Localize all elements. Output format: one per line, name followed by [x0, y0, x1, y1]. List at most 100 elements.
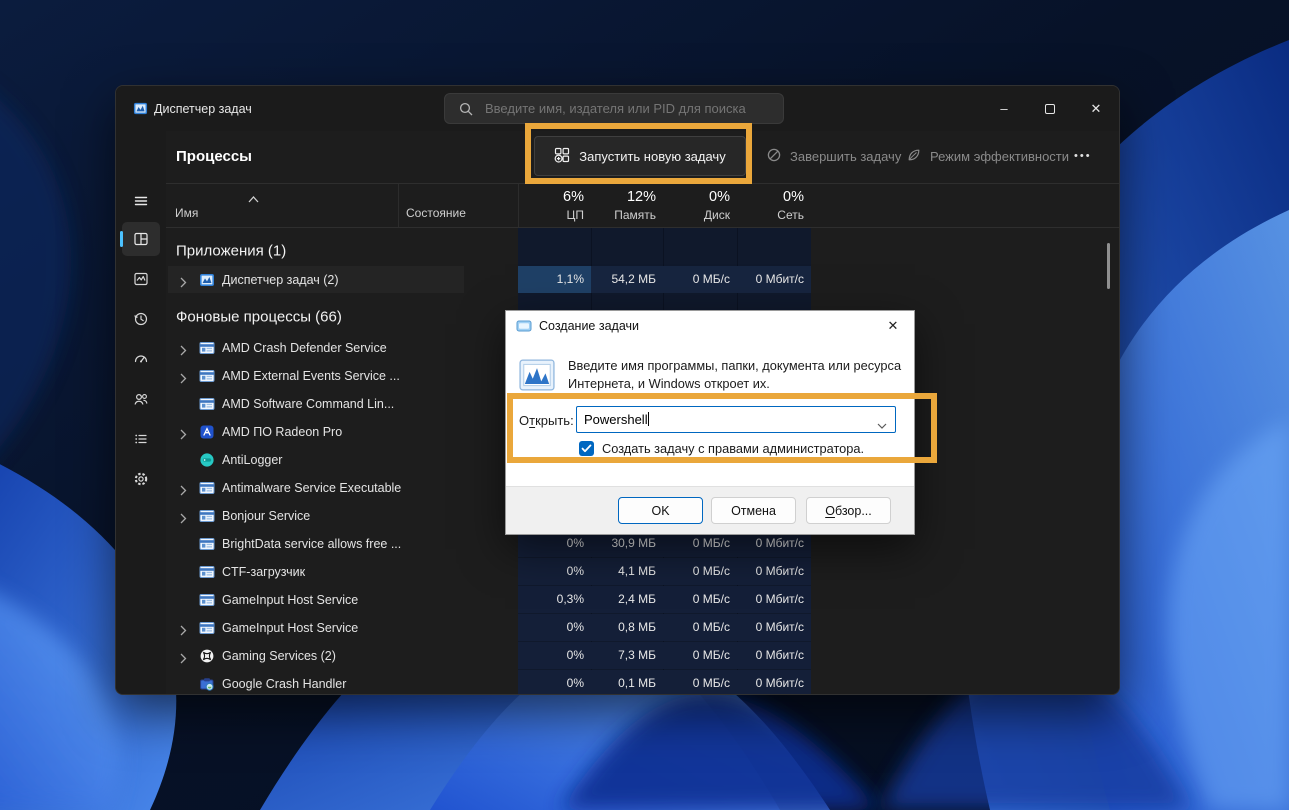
- total-usage-value: 6%: [563, 189, 584, 205]
- expand-chevron-icon[interactable]: [180, 275, 187, 293]
- users-icon: [133, 391, 149, 407]
- maximize-button[interactable]: [1027, 86, 1073, 131]
- network-cell: 0 Мбит/с: [737, 670, 811, 694]
- sort-ascending-icon: [248, 190, 259, 208]
- search-input[interactable]: [485, 94, 777, 123]
- disk-cell: 0 МБ/с: [663, 558, 737, 585]
- dialog-description: Введите имя программы, папки, документа …: [568, 358, 902, 391]
- metric-label: Диск: [703, 208, 730, 222]
- memory-cell: 7,3 МБ: [591, 642, 663, 669]
- antilogger-icon: [199, 452, 215, 468]
- efficiency-mode-button[interactable]: Режим эффективности: [906, 131, 1069, 181]
- process-name: Bonjour Service: [222, 509, 311, 523]
- column-header-status[interactable]: Состояние: [406, 206, 466, 220]
- amd-radeon-icon: [199, 424, 215, 440]
- search-icon: [459, 102, 473, 116]
- dialog-title: Создание задачи: [539, 319, 639, 333]
- open-input-value[interactable]: Powershell: [584, 412, 649, 427]
- expand-chevron-icon[interactable]: [180, 427, 187, 445]
- desktop: Диспетчер задач – ✕: [0, 0, 1289, 810]
- app-window-icon: [199, 592, 215, 608]
- close-button[interactable]: ✕: [1073, 86, 1119, 131]
- sidebar: [116, 131, 166, 694]
- group-label: Фоновые процессы (66): [176, 308, 342, 326]
- minimize-button[interactable]: –: [981, 86, 1027, 131]
- column-header-network[interactable]: 0% Сеть: [737, 187, 811, 224]
- app-window-icon: [199, 564, 215, 580]
- column-separator: [398, 184, 399, 227]
- process-name: AMD ПО Radeon Pro: [222, 425, 343, 439]
- expand-chevron-icon[interactable]: [180, 623, 187, 641]
- memory-cell: 0,8 МБ: [591, 614, 663, 641]
- metric-label: ЦП: [566, 208, 584, 222]
- hamburger-icon: [133, 193, 149, 209]
- expand-chevron-icon[interactable]: [180, 343, 187, 361]
- expand-chevron-icon[interactable]: [180, 483, 187, 501]
- cpu-cell: 0%: [518, 558, 591, 585]
- end-task-button[interactable]: Завершить задачу: [766, 131, 901, 181]
- open-combobox[interactable]: Powershell: [576, 406, 896, 433]
- process-name: Диспетчер задач (2): [222, 273, 339, 287]
- expand-chevron-icon[interactable]: [180, 511, 187, 529]
- sidebar-item-app-history[interactable]: [122, 302, 160, 336]
- app-window-icon: [199, 340, 215, 356]
- page-title: Процессы: [176, 147, 252, 165]
- process-row[interactable]: Google Crash Handler 0% 0,1 МБ 0 МБ/с 0 Мбит…: [166, 670, 1119, 694]
- disk-cell: 0 МБ/с: [663, 586, 737, 613]
- memory-cell: 4,1 МБ: [591, 558, 663, 585]
- sidebar-item-startup-apps[interactable]: [122, 342, 160, 376]
- network-cell: 0 Мбит/с: [737, 614, 811, 641]
- column-header-name[interactable]: Имя: [175, 206, 198, 220]
- process-group-header[interactable]: Приложения (1): [166, 236, 1119, 266]
- end-task-icon: [766, 147, 782, 166]
- expand-chevron-icon[interactable]: [180, 371, 187, 389]
- more-options-button[interactable]: •••: [1074, 131, 1092, 181]
- process-row[interactable]: CTF-загрузчик 0% 4,1 МБ 0 МБ/с 0 Мбит/с: [166, 558, 1119, 586]
- run-new-task-icon: [554, 147, 570, 166]
- sidebar-item-services[interactable]: [122, 462, 160, 496]
- app-window-icon: [199, 508, 215, 524]
- dialog-close-button[interactable]: ✕: [872, 311, 914, 341]
- process-row[interactable]: Gaming Services (2) 0% 7,3 МБ 0 МБ/с 0 Мбит/…: [166, 642, 1119, 670]
- disk-cell: 0 МБ/с: [663, 670, 737, 694]
- column-header-memory[interactable]: 12% Память: [591, 187, 663, 224]
- startup-apps-icon: [133, 351, 149, 367]
- process-name: AntiLogger: [222, 453, 283, 467]
- toolbar: Процессы Запустить новую задачу Завершит…: [166, 131, 1119, 181]
- sidebar-item-users[interactable]: [122, 382, 160, 416]
- network-cell: 0 Мбит/с: [737, 266, 811, 293]
- google-crash-icon: [199, 676, 215, 692]
- process-row[interactable]: GameInput Host Service 0% 0,8 МБ 0 МБ/с 0 Мб…: [166, 614, 1119, 642]
- search-box[interactable]: [444, 93, 784, 124]
- open-field-label: Открыть:: [519, 413, 574, 428]
- end-task-label: Завершить задачу: [790, 148, 902, 164]
- column-header-disk[interactable]: 0% Диск: [663, 187, 737, 224]
- network-cell: 0 Мбит/с: [737, 586, 811, 613]
- ok-button[interactable]: OK: [618, 497, 703, 524]
- process-name: Gaming Services (2): [222, 649, 336, 663]
- combobox-chevron-down-icon[interactable]: [877, 417, 887, 432]
- cancel-button[interactable]: Отмена: [711, 497, 796, 524]
- cpu-cell: 0%: [518, 670, 591, 694]
- network-cell: 0 Мбит/с: [737, 558, 811, 585]
- vertical-scrollbar[interactable]: [1107, 243, 1110, 289]
- run-new-task-button[interactable]: Запустить новую задачу: [534, 136, 746, 176]
- sidebar-item-details[interactable]: [122, 422, 160, 456]
- column-header-cpu[interactable]: 6% ЦП: [518, 187, 591, 224]
- menu-toggle-button[interactable]: [122, 184, 160, 218]
- memory-cell: 0,1 МБ: [591, 670, 663, 694]
- expand-chevron-icon[interactable]: [180, 651, 187, 669]
- memory-cell: 54,2 МБ: [591, 266, 663, 293]
- details-icon: [133, 431, 149, 447]
- app-window-icon: [199, 396, 215, 412]
- browse-button[interactable]: Обзор...: [806, 497, 891, 524]
- services-icon: [133, 471, 149, 487]
- total-usage-value: 0%: [709, 189, 730, 205]
- admin-rights-checkbox[interactable]: [579, 441, 594, 456]
- process-row[interactable]: GameInput Host Service 0,3% 2,4 МБ 0 МБ/с 0 …: [166, 586, 1119, 614]
- process-name: GameInput Host Service: [222, 621, 359, 635]
- efficiency-mode-label: Режим эффективности: [930, 148, 1070, 164]
- sidebar-item-processes[interactable]: [120, 222, 160, 256]
- process-row[interactable]: Диспетчер задач (2) 1,1% 54,2 МБ 0 МБ/с 0 Мб…: [166, 266, 1119, 294]
- sidebar-item-performance[interactable]: [122, 262, 160, 296]
